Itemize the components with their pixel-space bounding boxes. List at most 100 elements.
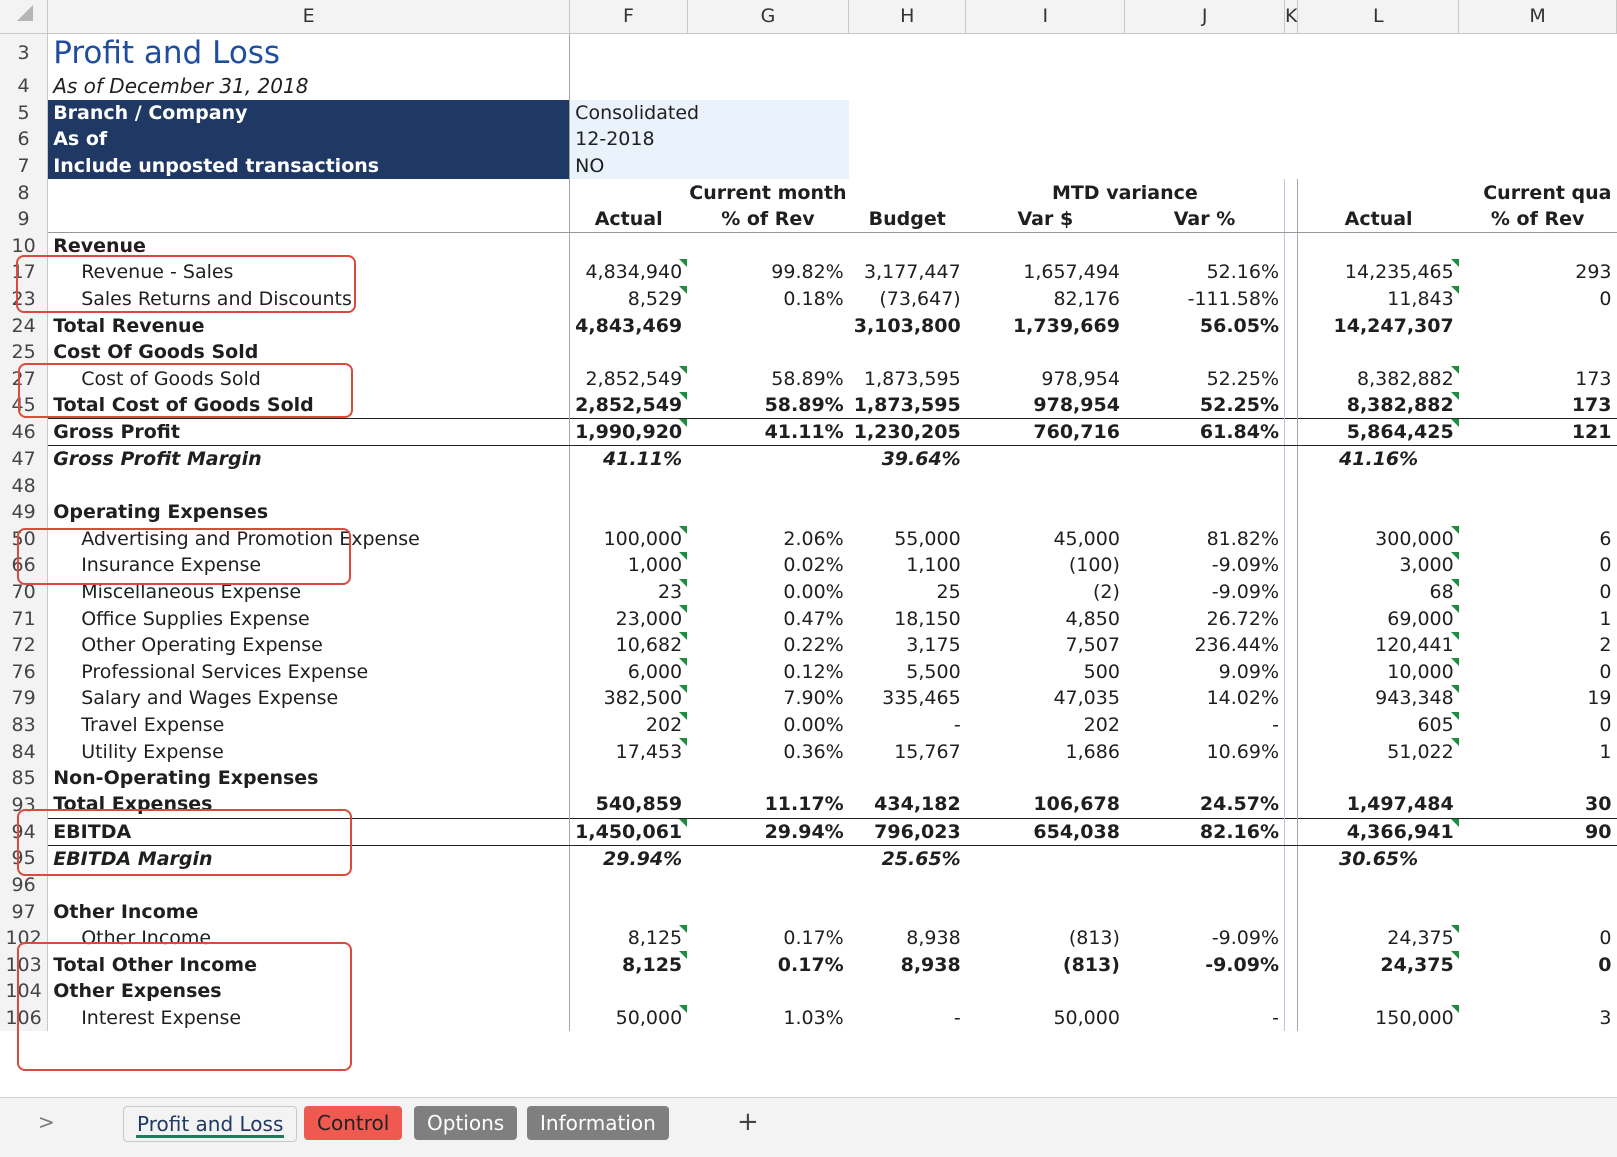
value-pct-rev[interactable] [687,233,849,260]
line-label[interactable]: Total Expenses [48,791,570,818]
value-var-pct[interactable] [1124,845,1286,872]
value-q-actual[interactable]: 14,247,307 [1297,312,1459,339]
cell[interactable] [1285,898,1298,925]
value-pct-rev[interactable]: 0.18% [687,286,849,313]
value-q-pct-rev[interactable] [1459,472,1617,499]
value-var-pct[interactable]: 82.16% [1124,817,1286,846]
value-q-actual[interactable]: 1,497,484 [1297,791,1459,819]
value-q-pct-rev[interactable] [1459,446,1617,473]
line-label[interactable]: Other Income [48,925,570,952]
value-pct-rev[interactable]: 11.17% [687,791,849,818]
value-actual[interactable]: 1,990,920 [569,418,688,447]
value-q-pct-rev[interactable] [1459,312,1617,339]
col-header-m[interactable]: M [1458,0,1617,34]
row-header[interactable]: 9 [0,205,49,233]
cell[interactable] [1285,605,1298,632]
value-q-pct-rev[interactable] [1459,898,1617,925]
value-q-pct-rev[interactable]: 0 [1459,712,1617,739]
value-var-dollar[interactable]: 654,038 [965,817,1125,846]
parameter-value[interactable]: NO [569,152,849,180]
value-q-actual[interactable]: 8,382,882 [1297,392,1459,419]
row-header[interactable]: 50 [0,525,49,553]
value-var-pct[interactable] [1124,871,1286,899]
cell[interactable] [1285,951,1298,978]
row-header[interactable]: 49 [0,498,49,526]
value-q-actual[interactable] [1297,498,1459,526]
value-var-pct[interactable] [1124,498,1286,526]
value-q-pct-rev[interactable]: 1 [1459,738,1617,765]
cell[interactable] [1285,153,1298,180]
value-q-pct-rev[interactable]: 30 [1459,791,1617,818]
value-actual[interactable]: 2,852,549 [569,365,688,393]
value-var-dollar[interactable] [966,845,1125,872]
cell[interactable] [966,126,1125,153]
value-q-actual[interactable]: 11,843 [1297,285,1459,313]
row-header[interactable]: 96 [0,871,49,899]
cell[interactable] [1298,100,1459,127]
value-pct-rev[interactable] [687,446,849,473]
value-budget[interactable] [849,339,966,366]
value-budget[interactable]: 1,100 [849,552,966,579]
value-actual[interactable]: 100,000 [569,525,688,553]
value-budget[interactable]: 796,023 [848,817,966,846]
cell[interactable] [966,73,1125,100]
value-var-pct[interactable]: - [1124,711,1286,739]
value-actual[interactable] [569,978,688,1005]
value-q-actual[interactable]: 943,348 [1297,685,1459,712]
value-q-actual[interactable]: 68 [1297,578,1459,606]
value-var-dollar[interactable] [966,872,1125,899]
value-actual[interactable]: 1,450,061 [569,817,688,846]
value-var-dollar[interactable] [966,898,1125,925]
value-var-pct[interactable]: 24.57% [1124,791,1286,819]
value-pct-rev[interactable]: 7.90% [687,685,849,712]
row-header[interactable]: 48 [0,472,49,499]
value-pct-rev[interactable]: 1.03% [687,1005,849,1032]
value-q-pct-rev[interactable] [1459,339,1617,366]
cell[interactable] [1285,499,1298,526]
value-actual[interactable]: 10,682 [569,631,688,659]
cell[interactable] [1285,33,1298,73]
row-header[interactable]: 4 [0,73,49,100]
cell[interactable] [1285,552,1298,579]
value-q-pct-rev[interactable]: 293 [1459,259,1617,286]
value-budget[interactable]: 1,873,595 [849,392,966,419]
value-var-dollar[interactable]: 500 [966,658,1125,685]
line-label[interactable] [48,872,570,899]
value-var-pct[interactable] [1124,898,1286,925]
pnl-table[interactable]: E F G H I J K L M 3 Profit and Loss 4 As… [0,0,1617,1032]
cell[interactable] [966,100,1125,127]
value-var-dollar[interactable] [966,499,1125,526]
value-pct-rev[interactable] [687,872,849,899]
value-budget[interactable]: (73,647) [849,286,966,313]
row-header[interactable]: 95 [0,845,49,872]
value-budget[interactable] [849,499,966,526]
value-var-pct[interactable]: -9.09% [1124,951,1286,978]
value-var-dollar[interactable] [966,978,1125,1005]
value-budget[interactable]: 3,103,800 [849,312,966,339]
value-var-pct[interactable] [1124,764,1286,792]
add-sheet-icon[interactable]: + [737,1107,759,1137]
value-budget[interactable]: 3,175 [849,632,966,659]
value-budget[interactable] [849,765,966,792]
cell[interactable] [1285,472,1298,499]
value-var-pct[interactable]: 236.44% [1124,631,1286,659]
value-var-dollar[interactable] [966,446,1125,473]
group-current-quarter[interactable]: Current qua [1297,179,1617,206]
line-label[interactable]: Miscellaneous Expense [48,579,570,606]
value-var-dollar[interactable]: 1,686 [966,738,1125,765]
value-pct-rev[interactable] [687,898,849,925]
row-header[interactable]: 93 [0,791,49,819]
row-header[interactable]: 6 [0,126,49,153]
value-var-dollar[interactable] [966,339,1125,366]
value-actual[interactable]: 382,500 [569,685,688,712]
sheet-nav-chevron-icon[interactable]: > [38,1110,55,1134]
cell[interactable] [1285,339,1298,366]
parameter-value[interactable]: Consolidated [569,99,849,127]
value-pct-rev[interactable]: 0.12% [687,658,849,685]
value-budget[interactable]: 335,465 [849,685,966,712]
value-q-actual[interactable]: 8,382,882 [1297,365,1459,393]
cell[interactable] [1285,1005,1298,1032]
parameter-label[interactable]: Include unposted transactions [47,152,570,180]
row-header[interactable]: 102 [0,924,49,952]
value-pct-rev[interactable] [687,845,849,872]
